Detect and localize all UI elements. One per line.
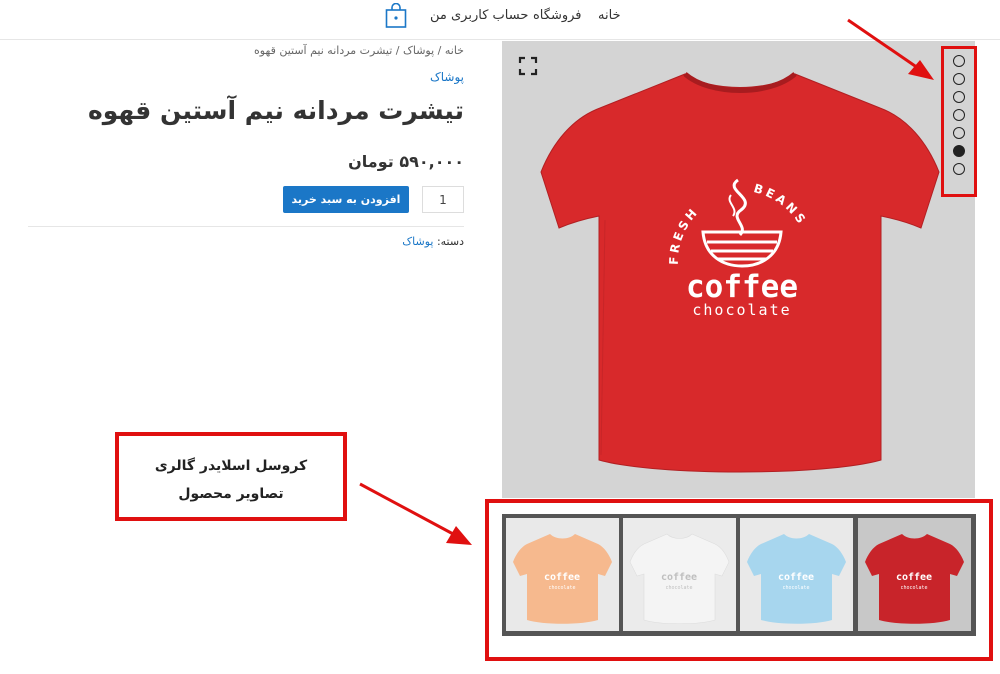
category-label: دسته:	[436, 235, 464, 248]
breadcrumb-current: تیشرت مردانه نیم آستین قهوه	[254, 44, 393, 57]
thumb-chocolate: chocolate	[782, 585, 809, 591]
arrow-to-carousel	[359, 482, 472, 545]
shopping-bag-icon[interactable]	[385, 3, 407, 29]
top-navigation: خانه فروشگاه حساب کاربری من	[0, 0, 1000, 40]
thumb-coffee: coffee	[544, 572, 580, 583]
thumbnail-white[interactable]: coffee chocolate	[623, 518, 736, 631]
thumbnail-carousel: coffee chocolate coffee chocolate coffee ch…	[502, 514, 976, 636]
thumb-chocolate: chocolate	[665, 585, 692, 591]
slide-dot[interactable]	[953, 91, 965, 103]
slide-dot[interactable]	[953, 73, 965, 85]
slide-dot-active[interactable]	[953, 145, 965, 157]
thumb-coffee: coffee	[661, 572, 697, 583]
breadcrumb-category[interactable]: پوشاک	[403, 44, 434, 57]
slide-dot[interactable]	[953, 163, 965, 175]
category-link[interactable]: پوشاک	[402, 235, 433, 248]
nav-home-link[interactable]: خانه	[598, 8, 621, 23]
shirt-word-coffee: coffee	[686, 269, 798, 305]
thumbnail-red[interactable]: coffee chocolate	[858, 518, 971, 631]
product-title: تیشرت مردانه نیم آستین قهوه	[87, 96, 464, 125]
product-meta-category: دسته: پوشاک	[28, 235, 464, 248]
shirt-word-chocolate: chocolate	[692, 301, 791, 319]
slide-dot[interactable]	[953, 127, 965, 139]
annotation-callout: کروسل اسلایدر گالری تصاویر محصول	[115, 432, 347, 521]
thumb-coffee: coffee	[778, 572, 814, 583]
fullscreen-icon[interactable]	[518, 56, 538, 76]
add-to-cart-button[interactable]: افزودن به سبد خرید	[283, 186, 409, 213]
breadcrumb-home[interactable]: خانه	[445, 44, 464, 57]
thumb-chocolate: chocolate	[900, 585, 927, 591]
summary-divider	[28, 226, 464, 227]
thumb-coffee: coffee	[896, 572, 932, 583]
thumbnail-light-blue[interactable]: coffee chocolate	[740, 518, 853, 631]
product-category-link[interactable]: پوشاک	[28, 70, 464, 84]
thumbnail-peach[interactable]: coffee chocolate	[506, 518, 619, 631]
breadcrumb-separator: /	[392, 44, 403, 57]
gallery-slide-dots	[941, 46, 977, 197]
nav-account-link[interactable]: حساب کاربری من	[430, 8, 528, 23]
product-main-tshirt-image[interactable]: FRESH BEANS coffee chocolate	[535, 60, 945, 480]
slide-dot[interactable]	[953, 55, 965, 67]
product-price: ۵۹۰,۰۰۰ تومان	[348, 152, 464, 171]
breadcrumb: خانه / پوشاک / تیشرت مردانه نیم آستین قه…	[28, 44, 464, 57]
slide-dot[interactable]	[953, 109, 965, 121]
quantity-input[interactable]	[422, 186, 464, 213]
breadcrumb-separator: /	[434, 44, 445, 57]
thumb-chocolate: chocolate	[548, 585, 575, 591]
nav-shop-link[interactable]: فروشگاه	[533, 8, 582, 23]
